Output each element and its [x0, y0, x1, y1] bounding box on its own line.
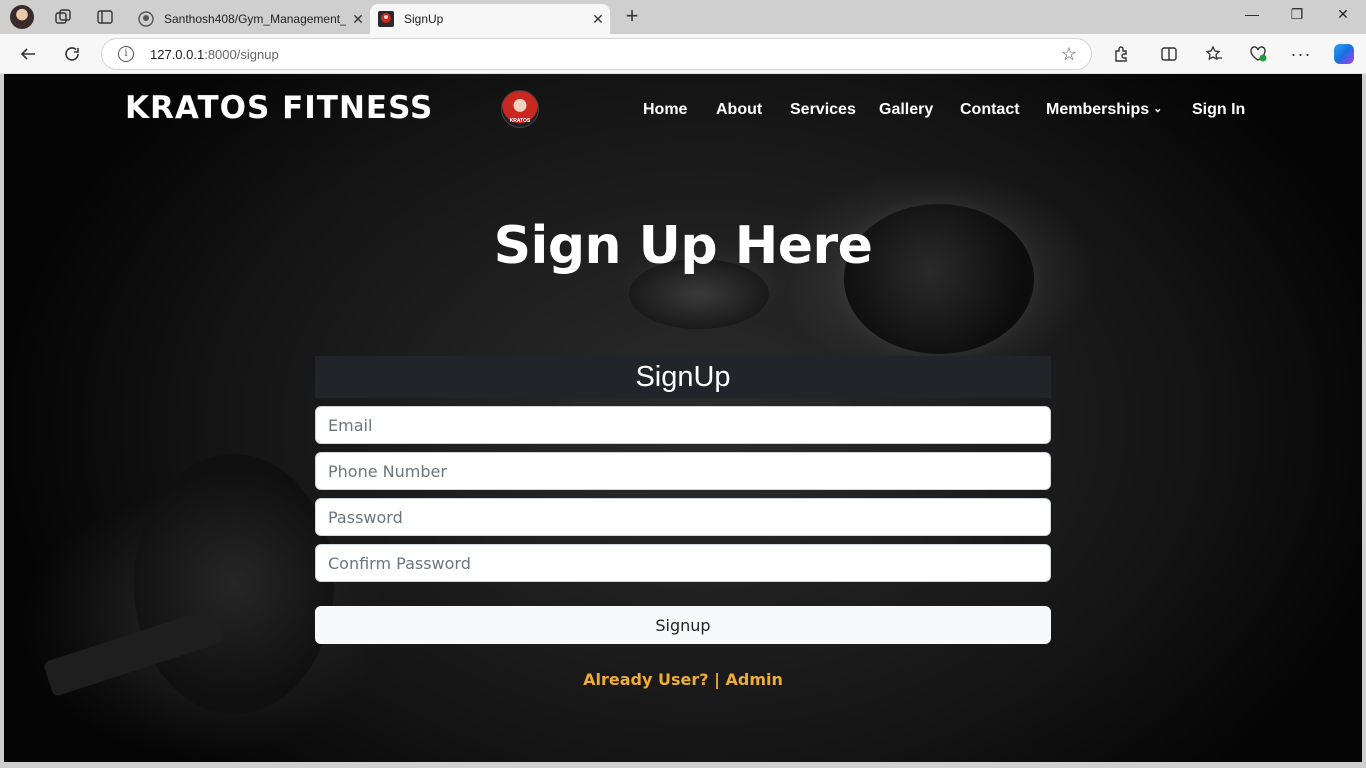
info-icon[interactable]: i — [118, 46, 134, 62]
browser-essentials-icon[interactable] — [1246, 42, 1270, 66]
admin-link[interactable]: Admin — [726, 670, 783, 689]
address-bar[interactable]: i 127.0.0.1:8000/signup ☆ — [101, 38, 1092, 70]
close-window-button[interactable]: ✕ — [1331, 6, 1355, 28]
chevron-down-icon: ⌄ — [1153, 103, 1163, 115]
close-tab-icon[interactable]: ✕ — [586, 11, 610, 28]
close-tab-icon[interactable]: ✕ — [346, 11, 370, 28]
nav-gallery[interactable]: Gallery — [879, 101, 933, 119]
page-title: Sign Up Here — [493, 216, 873, 276]
refresh-icon[interactable] — [60, 42, 84, 66]
form-header: SignUp — [315, 356, 1051, 398]
favorites-icon[interactable] — [1202, 42, 1226, 66]
tab-title: SignUp — [404, 12, 444, 26]
url-text: 127.0.0.1:8000/signup — [150, 47, 279, 62]
signup-button[interactable]: Signup — [315, 606, 1051, 644]
email-field[interactable] — [315, 406, 1051, 444]
tab-github[interactable]: Santhosh408/Gym_Management_ ✕ — [130, 4, 370, 34]
split-screen-icon[interactable] — [1157, 42, 1181, 66]
favorite-star-icon[interactable]: ☆ — [1061, 44, 1077, 65]
restore-button[interactable]: ❐ — [1285, 6, 1309, 28]
phone-field[interactable] — [315, 452, 1051, 490]
new-tab-button[interactable]: + — [620, 5, 644, 29]
nav-about[interactable]: About — [716, 101, 762, 119]
kratos-favicon-icon — [378, 11, 394, 27]
nav-services[interactable]: Services — [790, 101, 856, 119]
password-field[interactable] — [315, 498, 1051, 536]
browser-toolbar: i 127.0.0.1:8000/signup ☆ ··· — [0, 34, 1366, 74]
tab-title: Santhosh408/Gym_Management_ — [164, 12, 346, 26]
nav-sign-in[interactable]: Sign In — [1192, 101, 1245, 119]
nav-contact[interactable]: Contact — [960, 101, 1020, 119]
extensions-icon[interactable] — [1109, 42, 1133, 66]
nav-memberships[interactable]: Memberships ⌄ — [1046, 101, 1162, 119]
copilot-icon[interactable] — [1334, 44, 1354, 64]
brand-logo[interactable]: KRATOS — [501, 90, 539, 128]
tab-actions-icon[interactable] — [94, 6, 116, 28]
workspaces-icon[interactable] — [52, 6, 74, 28]
link-separator: | — [714, 670, 720, 689]
browser-tab-bar: Santhosh408/Gym_Management_ ✕ SignUp ✕ +… — [0, 0, 1366, 34]
page-content: KRATOS FITNESS KRATOS Home About Service… — [4, 74, 1362, 762]
github-icon — [138, 11, 154, 27]
nav-home[interactable]: Home — [643, 101, 687, 119]
brand-name[interactable]: KRATOS FITNESS — [125, 90, 433, 126]
minimize-button[interactable]: — — [1240, 6, 1264, 28]
already-user-link[interactable]: Already User? — [583, 670, 708, 689]
login-links: Already User? | Admin — [4, 670, 1362, 689]
profile-icon[interactable] — [10, 5, 34, 29]
tab-signup[interactable]: SignUp ✕ — [370, 4, 610, 34]
window-bottom-edge — [0, 762, 1366, 768]
more-icon[interactable]: ··· — [1289, 42, 1313, 66]
confirm-password-field[interactable] — [315, 544, 1051, 582]
back-icon[interactable] — [16, 42, 40, 66]
